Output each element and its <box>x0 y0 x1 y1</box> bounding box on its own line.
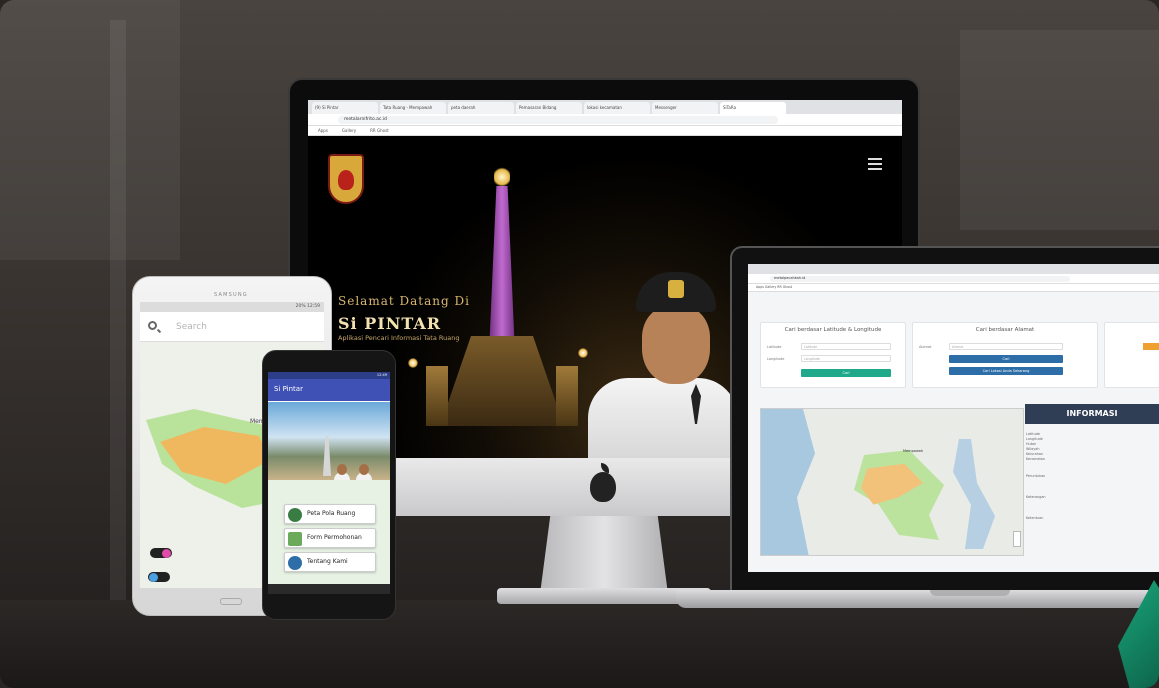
location-toggle[interactable] <box>148 572 170 582</box>
search-address-button[interactable]: Cari <box>949 355 1063 363</box>
browser-address-bar: metalarnifrito.ac.id <box>308 114 902 126</box>
phone-brand: SAMSUNG <box>214 292 248 298</box>
panel-title: Cari berdasar Alamat <box>975 327 1035 333</box>
form-icon <box>288 532 302 546</box>
menu-button-form-permohonan[interactable]: Form Permohonan <box>284 528 376 548</box>
search-icon <box>148 321 157 330</box>
globe-icon <box>288 508 302 522</box>
browser-tab[interactable]: Pemasaran Bidang <box>516 102 582 114</box>
app-bar: Si Pintar <box>268 379 390 401</box>
address-label: Alamat <box>919 345 932 349</box>
map-view[interactable]: Mempawah <box>760 408 1024 556</box>
app-banner-image <box>268 402 390 510</box>
info-field: Keterangan <box>1026 495 1046 499</box>
map-city-label: Mempawah <box>903 449 924 453</box>
url-field[interactable]: metalarnifrito.ac.id <box>338 116 778 124</box>
browser-tab-strip: (9) Si Pintar Tata Ruang - Mempawah peta… <box>308 100 902 114</box>
monument-image <box>323 436 331 476</box>
sea-area <box>761 409 815 555</box>
status-bar: 20% 12:59 <box>140 302 324 312</box>
hamburger-menu-icon[interactable] <box>868 158 882 170</box>
welcome-text: Selamat Datang Di <box>338 294 470 308</box>
info-field-list: Latitude Longitude Hutan Wilayah Kelurah… <box>1026 432 1156 521</box>
browser-tab[interactable]: peta daerah <box>448 102 514 114</box>
search-input[interactable]: Search <box>176 322 207 332</box>
monument-light <box>494 166 510 188</box>
apple-logo-icon <box>590 472 616 502</box>
background-window <box>960 30 1159 230</box>
browser-tab[interactable]: Tata Ruang - Mempawah <box>380 102 446 114</box>
latitude-input[interactable]: Latitude <box>801 343 891 350</box>
home-button[interactable] <box>220 598 242 605</box>
app-title: Si PINTAR <box>338 314 442 333</box>
bookmarks-bar: Apps Gallery RR Ghost <box>748 284 1159 292</box>
background-window <box>0 0 180 260</box>
longitude-label: Longitude <box>767 357 785 361</box>
monument-base <box>440 336 564 426</box>
status-bar: 12:49 <box>268 372 390 379</box>
river-area <box>953 439 995 549</box>
current-location-button[interactable]: Cari Lokasi Anda Sekarang <box>949 367 1063 375</box>
imac-stand <box>540 516 668 594</box>
android-nav-bar <box>268 584 390 594</box>
laptop-notch <box>930 590 1010 596</box>
menu-button-label: Peta Pola Ruang <box>307 510 356 517</box>
bookmark-item[interactable]: Apps <box>318 128 328 133</box>
info-field: Ketentuan <box>1026 516 1044 520</box>
menu-button-tentang-kami[interactable]: Tentang Kami <box>284 552 376 572</box>
regency-crest-logo <box>328 154 364 204</box>
info-field: Kecamatan <box>1026 457 1046 461</box>
info-panel-title: INFORMASI <box>1025 404 1159 424</box>
longitude-input[interactable]: Longitude <box>801 355 891 362</box>
android-phone-screen: 12:49 Si Pintar Peta Pola Ruang Form Per… <box>268 372 390 594</box>
map-search-bar[interactable]: Search <box>140 312 324 342</box>
menu-area: Peta Pola Ruang Form Permohonan Tentang … <box>268 480 390 594</box>
laptop-screen: metalpecahkah.id Apps Gallery RR Ghost C… <box>748 264 1159 572</box>
url-field[interactable]: metalpecahkah.id <box>770 276 1070 282</box>
official-portrait <box>588 272 738 458</box>
street-lamp <box>408 358 418 368</box>
browser-tab[interactable]: lokasi kecamatan <box>584 102 650 114</box>
search-address-panel: Cari berdasar Alamat Alamat Alamat Cari … <box>912 322 1098 388</box>
zoom-control[interactable] <box>1013 531 1021 547</box>
search-latlong-button[interactable]: Cari <box>801 369 891 377</box>
side-panel <box>1104 322 1159 388</box>
app-subtitle: Aplikasi Pencari Informasi Tata Ruang <box>338 334 460 342</box>
address-input[interactable]: Alamat <box>949 343 1063 350</box>
official-head <box>337 464 347 475</box>
street-lamp <box>578 348 588 358</box>
orange-button[interactable] <box>1143 343 1159 350</box>
bookmark-item[interactable]: RR Ghost <box>370 128 389 133</box>
browser-tab-active[interactable]: SiTaRa <box>720 102 786 114</box>
latitude-label: Latitude <box>767 345 782 349</box>
menu-button-label: Tentang Kami <box>307 558 348 565</box>
app-bar-title: Si Pintar <box>274 385 303 393</box>
monument-pillar <box>556 366 578 426</box>
browser-tab-strip <box>748 264 1159 274</box>
search-latlong-panel: Cari berdasar Latitude & Longitude Latit… <box>760 322 906 388</box>
laptop-base <box>676 590 1159 608</box>
browser-address-bar: metalpecahkah.id <box>748 274 1159 284</box>
menu-button-label: Form Permohonan <box>307 534 362 541</box>
person-icon <box>288 556 302 570</box>
bookmark-item[interactable]: Gallery <box>342 128 356 133</box>
browser-tab[interactable]: (9) Si Pintar <box>312 102 378 114</box>
bookmarks-bar: Apps Gallery RR Ghost <box>308 126 902 136</box>
menu-button-pola-ruang[interactable]: Peta Pola Ruang <box>284 504 376 524</box>
panel-title: Cari berdasar Latitude & Longitude <box>784 327 882 333</box>
official-head <box>359 464 369 475</box>
layer-toggle[interactable] <box>150 548 172 558</box>
background-pillar <box>110 20 126 600</box>
info-field: Peruntukan <box>1026 474 1046 478</box>
browser-tab[interactable]: Messenger <box>652 102 718 114</box>
monument-pillar <box>426 366 448 426</box>
devices-mockup-scene: (9) Si Pintar Tata Ruang - Mempawah peta… <box>0 0 1159 688</box>
